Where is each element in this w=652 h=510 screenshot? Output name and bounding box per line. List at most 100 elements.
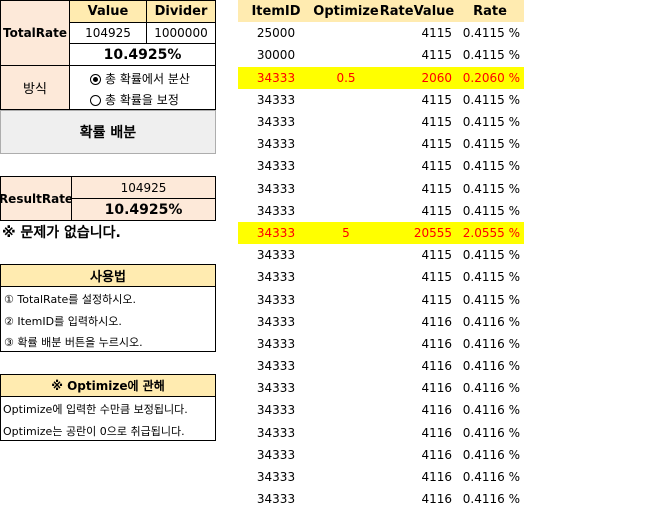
usage-step: ② ItemID를 입력하시오.: [4, 315, 122, 328]
radio-correct[interactable]: 총 확률을 보정: [90, 91, 179, 108]
item-id-cell[interactable]: 34333: [238, 178, 314, 200]
optimize-cell[interactable]: [314, 377, 378, 399]
optimize-cell[interactable]: [314, 200, 378, 222]
usage-steps: ① TotalRate를 설정하시오. ② ItemID를 입력하시오. ③ 확…: [0, 286, 216, 352]
item-id-cell[interactable]: 34333: [238, 155, 314, 177]
optimize-cell[interactable]: [314, 178, 378, 200]
rate-cell: 0.4115 %: [462, 248, 520, 263]
rate-cell: 0.4115 %: [462, 26, 520, 41]
table-row: 34333 5 20555 2.0555 %: [238, 221, 524, 245]
radio-unselected-icon: [90, 95, 101, 106]
optimize-cell[interactable]: [314, 311, 378, 333]
item-id-cell[interactable]: 25000: [238, 22, 314, 44]
optimize-cell[interactable]: [314, 288, 378, 310]
value-header: Value: [69, 0, 147, 23]
rate-cell: 0.4115 %: [462, 159, 520, 174]
table-row: 34333 4116 0.4116 %: [238, 488, 524, 510]
optimize-cell[interactable]: [314, 488, 378, 510]
header-rate: Rate: [473, 3, 507, 19]
optimize-cell[interactable]: [314, 22, 378, 44]
item-id-cell[interactable]: 34333: [238, 67, 314, 89]
rate-cell: 0.4116 %: [462, 470, 520, 485]
item-id-cell[interactable]: 34333: [238, 355, 314, 377]
table-row: 34333 4116 0.4116 %: [238, 377, 524, 399]
item-id-cell[interactable]: 34333: [238, 222, 314, 244]
optimize-note-body: Optimize에 입력한 수만큼 보정됩니다. Optimize는 공란이 0…: [0, 396, 216, 441]
optimize-cell[interactable]: [314, 44, 378, 66]
item-id-cell[interactable]: 34333: [238, 444, 314, 466]
optimize-cell[interactable]: [314, 89, 378, 111]
method-options: 총 확률에서 분산 총 확률을 보정: [69, 65, 216, 110]
item-id-cell[interactable]: 34333: [238, 399, 314, 421]
table-row: 34333 4115 0.4115 %: [238, 266, 524, 288]
optimize-cell[interactable]: [314, 244, 378, 266]
total-rate-percent: 10.4925%: [69, 43, 216, 66]
usage-title: 사용법: [0, 264, 216, 287]
item-id-cell[interactable]: 34333: [238, 466, 314, 488]
optimize-cell[interactable]: [314, 444, 378, 466]
item-id-cell[interactable]: 34333: [238, 244, 314, 266]
optimize-note-line: Optimize는 공란이 0으로 취급됩니다.: [3, 425, 185, 438]
table-row: 30000 4115 0.4115 %: [238, 44, 524, 66]
item-id-cell[interactable]: 34333: [238, 133, 314, 155]
radio-selected-icon: [90, 74, 101, 85]
optimize-cell[interactable]: [314, 355, 378, 377]
divider-header: Divider: [146, 0, 216, 23]
optimize-cell[interactable]: [314, 133, 378, 155]
item-id-cell[interactable]: 34333: [238, 422, 314, 444]
optimize-cell[interactable]: [314, 422, 378, 444]
table-row: 34333 4116 0.4116 %: [238, 399, 524, 421]
radio-distribute-label: 총 확률에서 분산: [105, 72, 190, 86]
item-id-cell[interactable]: 34333: [238, 288, 314, 310]
item-id-cell[interactable]: 34333: [238, 377, 314, 399]
total-rate-value-input[interactable]: 104925: [69, 22, 147, 44]
optimize-note-line: Optimize에 입력한 수만큼 보정됩니다.: [3, 403, 188, 416]
result-rate-percent: 10.4925%: [71, 198, 216, 221]
divider-input[interactable]: 1000000: [146, 22, 216, 44]
rate-cell: 0.2060 %: [462, 70, 520, 85]
optimize-cell[interactable]: 0.5: [314, 67, 378, 89]
optimize-cell[interactable]: 5: [314, 222, 378, 244]
item-id-cell[interactable]: 34333: [238, 200, 314, 222]
item-id-cell[interactable]: 34333: [238, 311, 314, 333]
rate-value-cell: 4115: [421, 203, 452, 218]
item-id-cell[interactable]: 30000: [238, 44, 314, 66]
usage-step: ③ 확률 배분 버튼을 누르시오.: [4, 336, 143, 349]
table-row: 34333 4116 0.4116 %: [238, 355, 524, 377]
table-row: 34333 4115 0.4115 %: [238, 89, 524, 111]
distribute-button[interactable]: 확률 배분: [0, 110, 216, 154]
rate-value-cell: 4115: [421, 292, 452, 307]
optimize-cell[interactable]: [314, 155, 378, 177]
item-id-cell[interactable]: 34333: [238, 89, 314, 111]
radio-distribute[interactable]: 총 확률에서 분산: [90, 70, 190, 87]
rate-value-cell: 4115: [421, 270, 452, 285]
item-id-cell[interactable]: 34333: [238, 488, 314, 510]
table-header-row: ItemID Optimize RateValue Rate: [238, 0, 524, 23]
result-rate-value: 104925: [71, 176, 216, 199]
rate-cell: 2.0555 %: [462, 225, 520, 240]
optimize-cell[interactable]: [314, 333, 378, 355]
rate-cell: 0.4115 %: [462, 92, 520, 107]
optimize-cell[interactable]: [314, 399, 378, 421]
table-row: 34333 4115 0.4115 %: [238, 111, 524, 133]
optimize-cell[interactable]: [314, 266, 378, 288]
rate-value-cell: 4115: [421, 92, 452, 107]
optimize-cell[interactable]: [314, 466, 378, 488]
rate-cell: 0.4116 %: [462, 403, 520, 418]
rate-cell: 0.4115 %: [462, 292, 520, 307]
item-id-cell[interactable]: 34333: [238, 333, 314, 355]
item-rate-table: ItemID Optimize RateValue Rate 25000 4115…: [238, 0, 524, 510]
item-id-cell[interactable]: 34333: [238, 266, 314, 288]
rate-value-cell: 4116: [421, 492, 452, 507]
radio-correct-label: 총 확률을 보정: [105, 93, 179, 107]
rate-value-cell: 4115: [421, 181, 452, 196]
rate-cell: 0.4116 %: [462, 336, 520, 351]
rate-value-cell: 4115: [421, 159, 452, 174]
optimize-cell[interactable]: [314, 111, 378, 133]
table-row: 34333 0.5 2060 0.2060 %: [238, 66, 524, 89]
rate-value-cell: 4116: [421, 470, 452, 485]
header-item-id: ItemID: [251, 3, 301, 19]
rate-value-cell: 4116: [421, 314, 452, 329]
usage-step: ① TotalRate를 설정하시오.: [4, 293, 136, 306]
item-id-cell[interactable]: 34333: [238, 111, 314, 133]
